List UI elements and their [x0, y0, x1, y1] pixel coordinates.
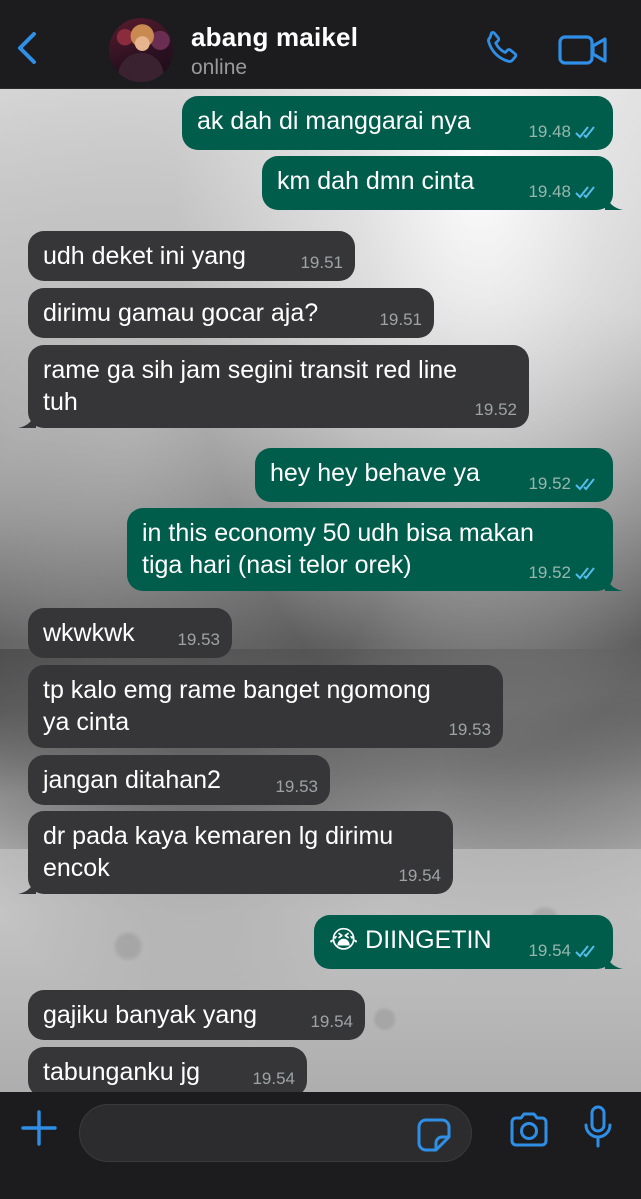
double-check-icon — [575, 126, 595, 139]
avatar[interactable] — [109, 18, 173, 82]
message-time: 19.48 — [528, 122, 571, 141]
message-text: dirimu gamau gocar aja? — [43, 299, 319, 327]
bubble-tail — [18, 410, 36, 428]
camera-button[interactable] — [508, 1112, 550, 1148]
voice-call-button[interactable] — [480, 28, 522, 70]
message-bubble-outgoing[interactable]: hey hey behave ya 19.52 — [255, 448, 613, 502]
message-bubble-incoming[interactable]: tp kalo emg rame banget ngomong ya cinta… — [28, 665, 503, 748]
message-bubble-outgoing[interactable]: in this economy 50 udh bisa makan tiga h… — [127, 508, 623, 591]
message-bubble-incoming[interactable]: jangan ditahan2 19.53 — [28, 755, 330, 805]
camera-icon — [510, 1112, 548, 1147]
message-time: 19.53 — [275, 777, 318, 796]
message-bubble-incoming[interactable]: udh deket ini yang 19.51 — [28, 231, 355, 281]
message-bubble-incoming[interactable]: tabunganku jg 19.54 — [28, 1047, 307, 1092]
message-text: dr pada kaya kemaren lg dirimu encok — [43, 822, 394, 882]
message-meta: 19.51 — [379, 310, 422, 330]
message-meta: 19.48 — [528, 182, 601, 202]
message-text: tp kalo emg rame banget ngomong ya cinta — [43, 676, 431, 736]
message-meta: 19.52 — [474, 400, 517, 420]
chevron-left-icon — [18, 32, 36, 64]
message-input[interactable] — [79, 1104, 472, 1162]
input-bar — [0, 1092, 641, 1199]
message-meta: 19.54 — [252, 1069, 295, 1089]
message-time: 19.51 — [300, 253, 343, 272]
message-bubble-outgoing[interactable]: ak dah di manggarai nya 19.48 — [182, 96, 613, 150]
chat-header: abang maikel online — [0, 0, 641, 89]
video-call-button[interactable] — [557, 32, 609, 68]
message-meta: 19.54 — [528, 941, 601, 961]
message-text: rame ga sih jam segini transit red line … — [43, 356, 458, 416]
bubble-tail — [18, 876, 36, 894]
message-time: 19.52 — [474, 400, 517, 419]
bubble-tail — [605, 192, 623, 210]
contact-status: online — [191, 56, 248, 79]
video-camera-icon — [558, 35, 607, 65]
bubble-tail — [605, 951, 623, 969]
microphone-icon — [584, 1105, 612, 1148]
double-check-icon — [575, 945, 595, 958]
message-time: 19.53 — [448, 720, 491, 739]
message-time: 19.54 — [252, 1069, 295, 1088]
message-meta: 19.53 — [275, 777, 318, 797]
contact-name[interactable]: abang maikel — [191, 22, 358, 53]
message-meta: 19.53 — [177, 630, 220, 650]
sticker-button[interactable] — [416, 1117, 452, 1153]
plus-icon — [21, 1110, 57, 1146]
chat-area[interactable]: ak dah di manggarai nya 19.48 km dah dmn… — [0, 89, 641, 1092]
message-time: 19.52 — [528, 474, 571, 493]
back-button[interactable] — [12, 28, 46, 68]
message-bubble-incoming[interactable]: dirimu gamau gocar aja? 19.51 — [28, 288, 434, 338]
message-bubble-outgoing[interactable]: 😭 DIINGETIN 19.54 — [314, 915, 623, 969]
message-meta: 19.54 — [398, 866, 441, 886]
double-check-icon — [575, 478, 595, 491]
message-time: 19.48 — [528, 182, 571, 201]
message-bubble-outgoing[interactable]: km dah dmn cinta 19.48 — [262, 156, 623, 210]
message-meta: 19.48 — [528, 122, 601, 142]
message-text: udh deket ini yang — [43, 242, 246, 270]
message-meta: 19.52 — [528, 474, 601, 494]
message-meta: 19.53 — [448, 720, 491, 740]
message-time: 19.51 — [379, 310, 422, 329]
message-time: 19.52 — [528, 563, 571, 582]
message-meta: 19.54 — [310, 1012, 353, 1032]
message-meta: 19.52 — [528, 563, 601, 583]
message-time: 19.54 — [528, 941, 571, 960]
microphone-button[interactable] — [583, 1105, 613, 1149]
message-time: 19.54 — [398, 866, 441, 885]
message-bubble-incoming[interactable]: gajiku banyak yang 19.54 — [28, 990, 365, 1040]
message-time: 19.53 — [177, 630, 220, 649]
message-bubble-incoming[interactable]: rame ga sih jam segini transit red line … — [18, 345, 529, 428]
double-check-icon — [575, 567, 595, 580]
message-text: gajiku banyak yang — [43, 1001, 258, 1029]
message-time: 19.54 — [310, 1012, 353, 1031]
message-bubble-incoming[interactable]: wkwkwk 19.53 — [28, 608, 232, 658]
double-check-icon — [575, 186, 595, 199]
message-meta: 19.51 — [300, 253, 343, 273]
bubble-tail — [605, 573, 623, 591]
message-bubble-incoming[interactable]: dr pada kaya kemaren lg dirimu encok 19.… — [18, 811, 453, 894]
sticker-icon — [417, 1118, 451, 1152]
phone-icon — [487, 30, 518, 63]
attach-button[interactable] — [20, 1109, 58, 1147]
